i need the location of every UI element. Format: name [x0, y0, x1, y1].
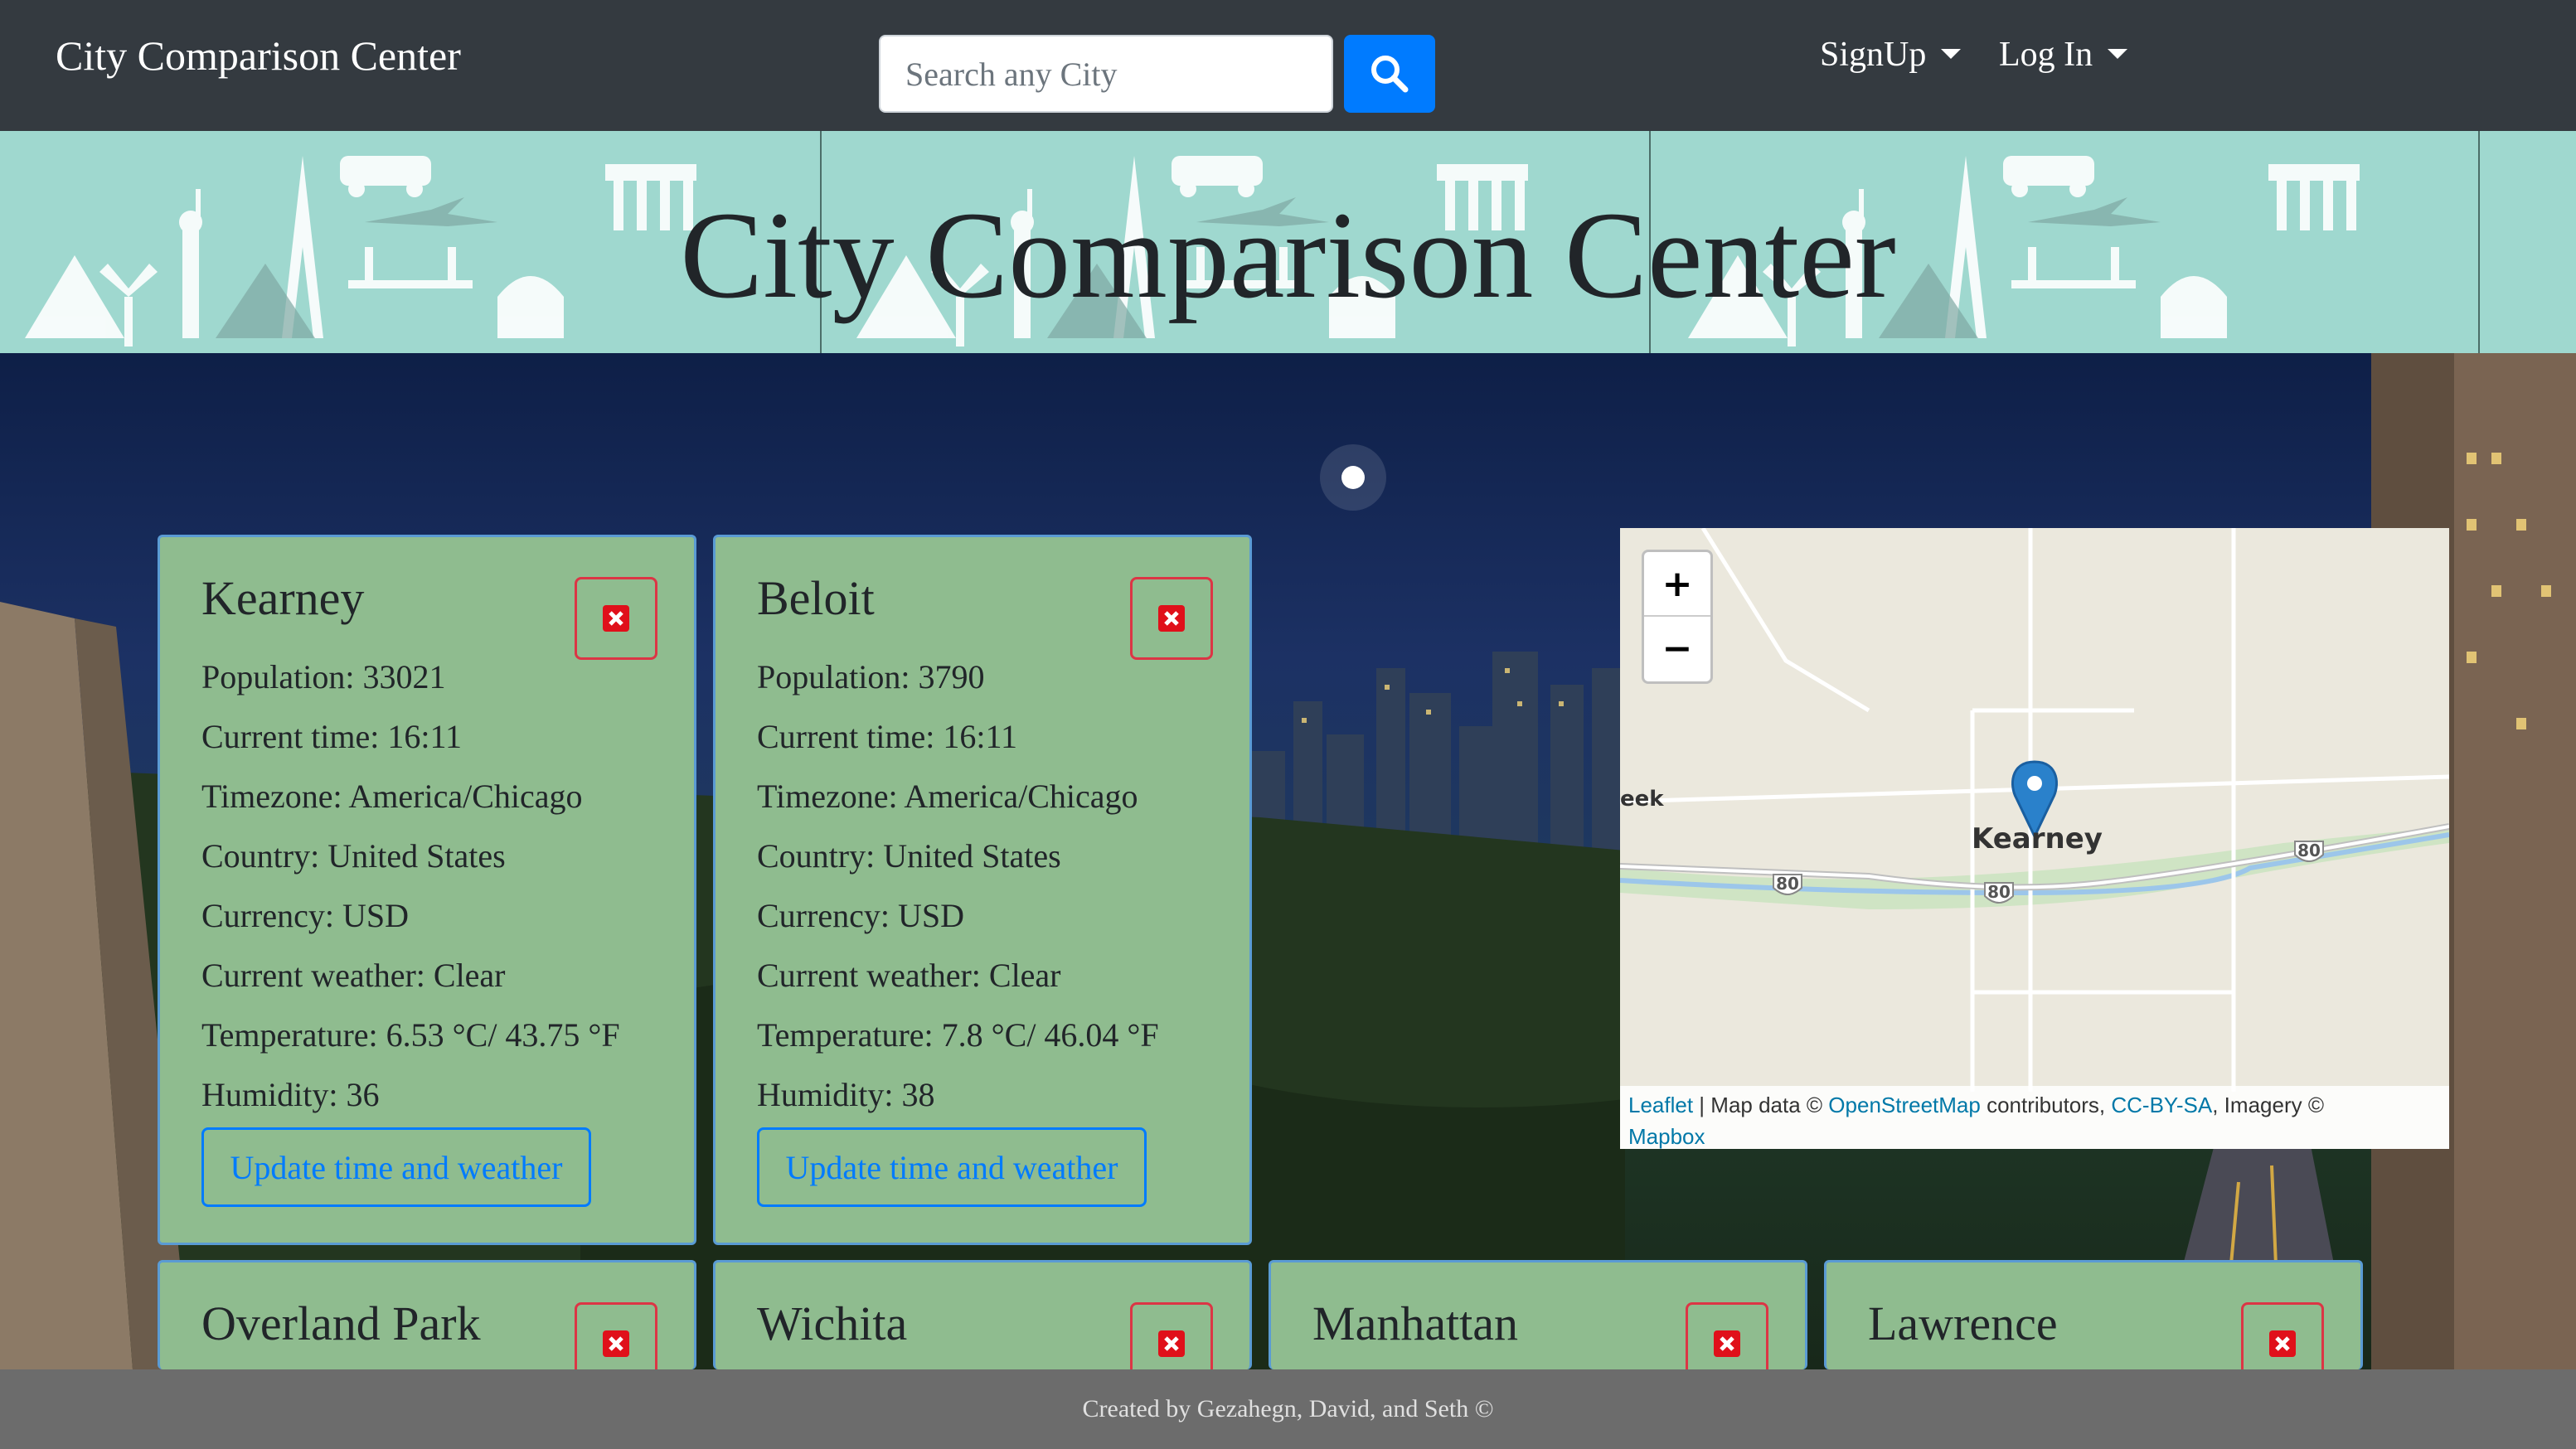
city-card: Manhattan: [1269, 1260, 1807, 1369]
signup-label: SignUp: [1820, 36, 1927, 74]
attribution-text: , Imagery ©: [2212, 1093, 2324, 1117]
remove-city-button[interactable]: [575, 577, 657, 660]
zoom-out-button[interactable]: −: [1644, 617, 1710, 680]
remove-city-button[interactable]: [1686, 1302, 1768, 1369]
city-name: Beloit: [757, 571, 875, 625]
highway-shield: 80: [1776, 874, 1799, 894]
update-time-weather-button[interactable]: Update time and weather: [201, 1127, 591, 1207]
close-icon: [1158, 1330, 1185, 1357]
city-country: Country: United States: [201, 837, 506, 875]
close-icon: [1158, 605, 1185, 632]
city-population: Population: 3790: [757, 658, 985, 695]
city-name: Kearney: [201, 571, 365, 625]
openstreetmap-link[interactable]: OpenStreetMap: [1828, 1093, 1981, 1117]
city-card: Beloit Population: 3790 Current time: 16…: [713, 535, 1252, 1245]
attribution-text: contributors,: [1980, 1093, 2112, 1117]
city-name: Wichita: [757, 1296, 908, 1350]
login-dropdown[interactable]: Log In: [1999, 35, 2128, 75]
city-humidity: Humidity: 36: [201, 1076, 380, 1113]
attribution-text: | Map data ©: [1693, 1093, 1829, 1117]
navbar-brand[interactable]: City Comparison Center: [56, 32, 461, 80]
city-name: Manhattan: [1312, 1296, 1519, 1350]
city-name: Overland Park: [201, 1296, 481, 1350]
city-map[interactable]: 80 80 80 Kearney eek + − Leaflet | Map d…: [1620, 528, 2449, 1149]
highway-shield: 80: [1987, 882, 2011, 902]
close-icon: [1714, 1330, 1740, 1357]
search-input[interactable]: [879, 35, 1333, 113]
zoom-control: + −: [1642, 550, 1713, 684]
city-card: Kearney Population: 33021 Current time: …: [158, 535, 696, 1245]
footer-credit: Created by Gezahegn, David, and Seth ©: [1082, 1395, 1494, 1422]
close-icon: [2269, 1330, 2296, 1357]
search-button[interactable]: [1344, 35, 1435, 113]
close-icon: [603, 1330, 629, 1357]
search-icon: [1371, 56, 1409, 93]
city-humidity: Humidity: 38: [757, 1076, 935, 1113]
chevron-down-icon: [2108, 49, 2128, 59]
city-population: Population: 33021: [201, 658, 446, 695]
navbar: City Comparison Center SignUp Log In: [0, 0, 2576, 131]
city-card: Wichita: [713, 1260, 1252, 1369]
city-temperature: Temperature: 7.8 °C/ 46.04 °F: [757, 1016, 1159, 1054]
city-weather: Current weather: Clear: [757, 957, 1061, 994]
city-card: Overland Park: [158, 1260, 696, 1369]
chevron-down-icon: [1941, 49, 1962, 59]
remove-city-button[interactable]: [2241, 1302, 2324, 1369]
city-country: Country: United States: [757, 837, 1061, 875]
city-weather: Current weather: Clear: [201, 957, 506, 994]
city-temperature: Temperature: 6.53 °C/ 43.75 °F: [201, 1016, 620, 1054]
remove-city-button[interactable]: [1130, 1302, 1213, 1369]
mapbox-link[interactable]: Mapbox: [1628, 1124, 1705, 1149]
zoom-in-button[interactable]: +: [1644, 552, 1710, 617]
footer: Created by Gezahegn, David, and Seth ©: [0, 1369, 2576, 1449]
page-title: City Comparison Center: [680, 187, 1896, 324]
map-attribution: Leaflet | Map data © OpenStreetMap contr…: [1620, 1086, 2449, 1149]
remove-city-button[interactable]: [575, 1302, 657, 1369]
license-link[interactable]: CC-BY-SA: [2111, 1093, 2212, 1117]
city-currency: Currency: USD: [201, 897, 409, 934]
city-timezone: Timezone: America/Chicago: [757, 778, 1138, 815]
city-timezone: Timezone: America/Chicago: [201, 778, 583, 815]
city-card: Lawrence: [1824, 1260, 2363, 1369]
update-time-weather-button[interactable]: Update time and weather: [757, 1127, 1147, 1207]
city-name: Lawrence: [1868, 1296, 2058, 1350]
signup-dropdown[interactable]: SignUp: [1820, 35, 1962, 75]
map-edge-label: eek: [1620, 787, 1664, 812]
city-currency: Currency: USD: [757, 897, 964, 934]
banner: City Comparison Center: [0, 131, 2576, 353]
highway-shield: 80: [2297, 841, 2321, 860]
city-current-time: Current time: 16:11: [201, 718, 463, 755]
login-label: Log In: [1999, 36, 2093, 74]
map-city-label: Kearney: [1972, 822, 2103, 855]
close-icon: [603, 605, 629, 632]
city-current-time: Current time: 16:11: [757, 718, 1018, 755]
leaflet-link[interactable]: Leaflet: [1628, 1093, 1693, 1117]
remove-city-button[interactable]: [1130, 577, 1213, 660]
